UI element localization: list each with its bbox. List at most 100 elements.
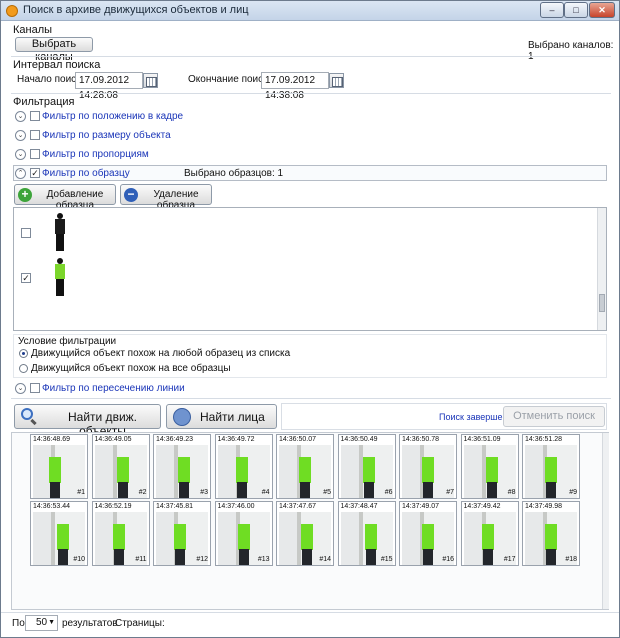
pages-label: Страницы: <box>115 618 165 629</box>
result-thumbnail[interactable]: 14:36:53.44 #10 <box>30 501 88 566</box>
result-number: #6 <box>384 489 393 496</box>
per-page-label: По <box>12 618 25 629</box>
filter-label-size[interactable]: Фильтр по размеру объекта <box>42 130 171 141</box>
result-timestamp: 14:36:50.49 <box>340 436 378 443</box>
samples-scrollbar[interactable] <box>597 208 606 330</box>
scroll-thumb[interactable] <box>599 294 605 312</box>
filtration-section-title: Фильтрация <box>13 96 75 108</box>
chevron-down-icon[interactable]: ⌄ <box>15 383 26 394</box>
result-thumbnail[interactable]: 14:36:50.78 #7 <box>399 434 457 499</box>
chevron-down-icon[interactable]: ⌄ <box>15 111 26 122</box>
result-number: #14 <box>319 556 331 563</box>
result-thumbnail[interactable]: 14:36:52.19 #11 <box>91 501 150 566</box>
result-number: #7 <box>446 489 454 496</box>
result-number: #4 <box>261 489 270 496</box>
cancel-search-button[interactable]: Отменить поиск <box>503 406 605 427</box>
per-page-select[interactable]: 50 ▼ <box>25 615 58 631</box>
status-panel: Поиск завершен Отменить поиск <box>281 403 607 430</box>
filter-label-proportions[interactable]: Фильтр по пропорциям <box>42 149 149 160</box>
filter-checkbox-sample[interactable]: ✓ <box>30 168 40 178</box>
result-number: #3 <box>200 489 208 496</box>
end-calendar-icon[interactable] <box>329 73 344 88</box>
find-faces-button[interactable]: Найти лица <box>166 404 277 429</box>
chevron-up-icon[interactable]: ⌃ <box>15 168 26 179</box>
minimize-button[interactable]: – <box>540 2 564 18</box>
result-timestamp: 14:37:49.98 <box>525 503 562 510</box>
start-calendar-icon[interactable] <box>143 73 158 88</box>
condition-any-radio[interactable] <box>19 349 28 358</box>
result-number: #1 <box>77 489 85 496</box>
sample-checkbox[interactable]: ✓ <box>21 273 31 283</box>
condition-any-label[interactable]: Движущийся объект похож на любой образец… <box>31 348 290 359</box>
result-timestamp: 14:36:49.05 <box>94 436 132 443</box>
result-thumbnail[interactable]: 14:36:50.49 #6 <box>337 434 396 499</box>
result-thumbnail[interactable]: 14:37:49.07 #16 <box>399 501 457 566</box>
end-datetime-field[interactable]: 17.09.2012 14:38:08 <box>261 72 329 101</box>
result-number: #12 <box>196 556 208 563</box>
result-thumbnail[interactable]: 14:37:49.98 #18 <box>522 501 580 566</box>
result-number: #17 <box>503 556 516 563</box>
search-status: Поиск завершен <box>439 412 508 422</box>
filter-label-position[interactable]: Фильтр по положению в кадре <box>42 111 183 122</box>
result-timestamp: 14:37:47.67 <box>279 503 316 510</box>
filter-checkbox[interactable] <box>30 130 40 140</box>
result-number: #18 <box>565 556 577 563</box>
divider <box>11 56 611 57</box>
result-timestamp: 14:36:53.44 <box>33 503 70 510</box>
title-bar: Поиск в архиве движущихся объектов и лиц… <box>1 1 619 21</box>
condition-all-label[interactable]: Движущийся объект похож на все образцы <box>31 363 231 374</box>
per-page-value: 50 <box>35 617 48 628</box>
person-silhouette-icon <box>54 258 66 296</box>
divider <box>1 612 619 613</box>
close-button[interactable]: ✕ <box>589 2 615 18</box>
result-thumbnail[interactable]: 14:36:49.72 #4 <box>214 434 273 499</box>
result-thumbnail[interactable]: 14:37:48.47 #15 <box>337 501 396 566</box>
result-thumbnail[interactable]: 14:36:48.69 #1 <box>30 434 88 499</box>
chevron-down-icon[interactable]: ⌄ <box>15 130 26 141</box>
result-thumbnail[interactable]: 14:37:46.00 #13 <box>214 501 273 566</box>
result-thumbnail[interactable]: 14:36:49.23 #3 <box>153 434 211 499</box>
person-silhouette-icon <box>54 213 66 251</box>
result-number: #9 <box>569 489 577 496</box>
filter-row-sample: ⌃ ✓ Фильтр по образцу Выбрано образцов: … <box>13 165 607 181</box>
sample-checkbox[interactable] <box>21 228 31 238</box>
result-thumbnail[interactable]: 14:36:51.09 #8 <box>460 434 519 499</box>
result-timestamp: 14:36:49.23 <box>156 436 193 443</box>
find-objects-button[interactable]: Найти движ. объекты <box>14 404 161 438</box>
interval-section-title: Интервал поиска <box>13 59 101 71</box>
select-channels-button[interactable]: Выбрать каналы <box>15 37 93 63</box>
selected-channels-text: Выбрано каналов: 1 <box>528 40 614 62</box>
result-number: #5 <box>323 489 331 496</box>
plus-icon: + <box>18 188 32 202</box>
filter-label-line[interactable]: Фильтр по пересечению линии <box>42 383 185 394</box>
window-title: Поиск в архиве движущихся объектов и лиц <box>23 4 249 16</box>
filter-checkbox[interactable] <box>30 149 40 159</box>
result-number: #13 <box>257 556 270 563</box>
result-thumbnail[interactable]: 14:36:49.05 #2 <box>91 434 150 499</box>
results-scrollbar[interactable] <box>602 433 609 609</box>
result-number: #8 <box>507 489 516 496</box>
result-thumbnail[interactable]: 14:36:50.07 #5 <box>276 434 334 499</box>
samples-selected-text: Выбрано образцов: 1 <box>184 168 284 179</box>
condition-group: Условие фильтрации Движущийся объект пох… <box>13 334 607 378</box>
result-thumbnail[interactable]: 14:36:51.28 #9 <box>522 434 580 499</box>
result-thumbnail[interactable]: 14:37:49.42 #17 <box>460 501 519 566</box>
filter-checkbox[interactable] <box>30 111 40 121</box>
result-thumbnail[interactable]: 14:37:47.67 #14 <box>276 501 334 566</box>
result-number: #15 <box>380 556 393 563</box>
result-thumbnail[interactable]: 14:37:45.81 #12 <box>153 501 211 566</box>
remove-sample-button[interactable]: − Удаление образца <box>120 184 212 211</box>
filter-label-sample[interactable]: Фильтр по образцу <box>42 168 130 179</box>
add-sample-button[interactable]: + Добавление образца <box>14 184 116 211</box>
maximize-button[interactable]: □ <box>564 2 588 18</box>
chevron-down-icon[interactable]: ⌄ <box>15 149 26 160</box>
result-timestamp: 14:36:51.28 <box>525 436 562 443</box>
start-datetime-field[interactable]: 17.09.2012 14:28:08 <box>75 72 143 101</box>
result-timestamp: 14:36:50.78 <box>402 436 439 443</box>
result-timestamp: 14:37:49.42 <box>463 503 501 510</box>
divider <box>11 93 611 94</box>
filter-checkbox[interactable] <box>30 383 40 393</box>
divider <box>11 398 611 399</box>
result-timestamp: 14:37:45.81 <box>156 503 193 510</box>
condition-all-radio[interactable] <box>19 364 28 373</box>
